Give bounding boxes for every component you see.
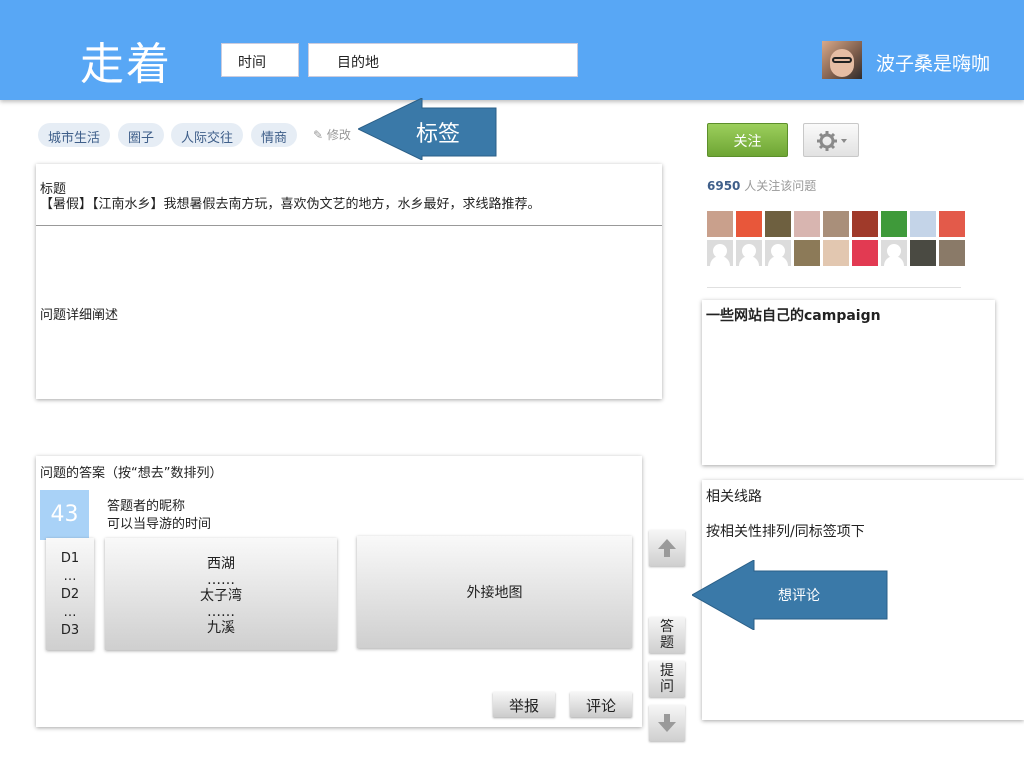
followers-text: 人关注该问题 (744, 179, 817, 193)
follower-avatar[interactable] (765, 211, 791, 237)
follower-avatar[interactable] (823, 211, 849, 237)
question-divider (36, 225, 662, 226)
campaign-title: 一些网站自己的campaign (706, 308, 881, 324)
followers-count: 6950 人关注该问题 (707, 177, 816, 194)
answer-label-2: 题 (660, 635, 674, 651)
follower-avatar[interactable] (852, 240, 878, 266)
route-separator: …… (207, 572, 235, 588)
follower-avatar[interactable] (707, 240, 733, 266)
question-title: 【暑假】【江南水乡】我想暑假去南方玩，喜欢伪文艺的地方，水乡最好，求线路推荐。 (40, 197, 541, 212)
default-avatar-body (768, 256, 788, 266)
comment-annotation-arrow: 想评论 (692, 560, 888, 630)
comment-annotation-label: 想评论 (778, 588, 820, 604)
answers-card: 问题的答案（按“想去”数排列） 43 答题者的昵称 可以当导游的时间 D1 … … (36, 456, 642, 727)
answer-label-1: 答 (660, 619, 674, 635)
default-avatar-body (884, 256, 904, 266)
tag-city-life[interactable]: 城市生活 (38, 123, 111, 147)
top-header: 走着 时间 目的地 波子桑是嗨咖 (0, 0, 1024, 100)
route-list[interactable]: 西湖 …… 太子湾 …… 九溪 (105, 538, 337, 650)
follower-avatar[interactable] (852, 211, 878, 237)
report-button[interactable]: 举报 (493, 692, 555, 717)
follower-avatar[interactable] (881, 211, 907, 237)
user-avatar[interactable] (822, 41, 862, 79)
ask-label-1: 提 (660, 663, 674, 679)
answer-button[interactable]: 答 题 (649, 617, 685, 653)
tag-social[interactable]: 人际交往 (171, 123, 244, 147)
follower-avatar[interactable] (707, 211, 733, 237)
ask-label-2: 问 (660, 679, 674, 695)
related-routes-sort[interactable]: 按相关性排列/同标签项下 (706, 521, 865, 541)
question-detail: 问题详细阐述 (40, 308, 119, 323)
tags-annotation-label: 标签 (416, 122, 461, 147)
day-list[interactable]: D1 … D2 … D3 (46, 538, 94, 650)
time-search-input[interactable]: 时间 (221, 43, 299, 77)
answerer-name[interactable]: 答题者的昵称 (107, 498, 211, 516)
day-separator: … (63, 605, 77, 620)
follower-avatar[interactable] (765, 240, 791, 266)
day-item: D2 (60, 587, 80, 602)
day-separator: … (63, 569, 77, 584)
settings-dropdown-button[interactable] (803, 123, 859, 157)
follower-avatar[interactable] (910, 211, 936, 237)
follower-avatar[interactable] (881, 240, 907, 266)
scroll-up-button[interactable] (649, 530, 685, 566)
chevron-down-icon (841, 139, 847, 143)
username[interactable]: 波子桑是嗨咖 (876, 49, 990, 76)
route-stop: 九溪 (207, 620, 235, 636)
default-avatar-body (710, 256, 730, 266)
default-avatar-body (739, 256, 759, 266)
destination-search-input[interactable]: 目的地 (308, 43, 578, 77)
tags-annotation-arrow: 标签 (358, 98, 498, 160)
vote-count[interactable]: 43 (40, 490, 89, 540)
followers-number[interactable]: 6950 (707, 179, 740, 193)
related-routes-title: 相关线路 (706, 489, 762, 505)
avatar-glasses (832, 57, 852, 63)
campaign-panel[interactable]: 一些网站自己的campaign (702, 300, 995, 465)
day-item: D1 (60, 551, 80, 566)
day-item: D3 (60, 623, 80, 638)
route-separator: …… (207, 604, 235, 620)
avatar-face (830, 49, 854, 77)
answers-header: 问题的答案（按“想去”数排列） (40, 466, 223, 481)
arrow-down-icon (658, 714, 676, 732)
answerer-info: 答题者的昵称 可以当导游的时间 (107, 498, 211, 534)
route-stop: 西湖 (207, 556, 235, 572)
follower-avatar[interactable] (794, 211, 820, 237)
tag-eq[interactable]: 情商 (251, 123, 298, 147)
tag-circle[interactable]: 圈子 (118, 123, 165, 147)
route-stop: 太子湾 (200, 588, 242, 604)
follower-avatar[interactable] (939, 211, 965, 237)
follower-avatar[interactable] (736, 240, 762, 266)
question-card: 标题 【暑假】【江南水乡】我想暑假去南方玩，喜欢伪文艺的地方，水乡最好，求线路推… (36, 164, 662, 399)
comment-button[interactable]: 评论 (570, 692, 632, 717)
gear-icon (817, 131, 847, 151)
follower-avatar[interactable] (910, 240, 936, 266)
follower-avatar[interactable] (736, 211, 762, 237)
follow-button[interactable]: 关注 (707, 123, 788, 157)
follower-avatar[interactable] (794, 240, 820, 266)
site-logo[interactable]: 走着 (80, 28, 172, 92)
answerer-availability: 可以当导游的时间 (107, 517, 212, 532)
external-map[interactable]: 外接地图 (357, 536, 632, 648)
arrow-up-icon (658, 539, 676, 557)
follower-avatar[interactable] (939, 240, 965, 266)
scroll-down-button[interactable] (649, 705, 685, 741)
ask-button[interactable]: 提 问 (649, 661, 685, 697)
follower-avatar[interactable] (823, 240, 849, 266)
edit-tags-link[interactable]: ✎ 修改 (313, 126, 351, 143)
sidebar-divider (707, 287, 961, 288)
